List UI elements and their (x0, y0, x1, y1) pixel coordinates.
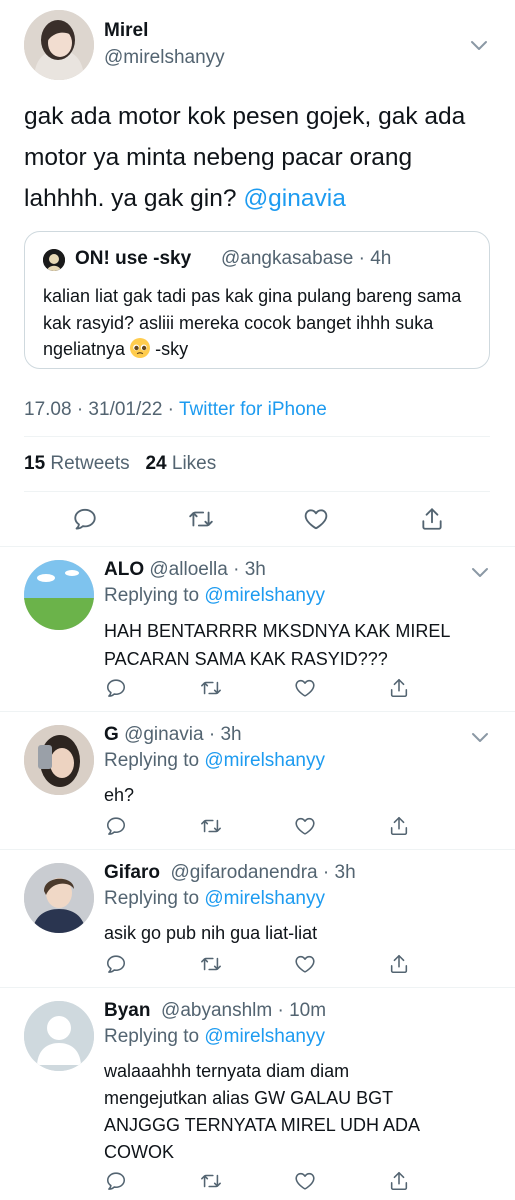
tweet-timestamp: 17.08 · 31/01/22 · Twitter for iPhone (24, 399, 327, 421)
reply-header: Byan @abyanshlm · 10m (104, 1000, 326, 1022)
tweet-header: Mirel @mirelshanyy (24, 10, 494, 80)
like-icon[interactable] (303, 506, 329, 532)
avatar[interactable] (24, 725, 94, 795)
reply-text: HAH BENTARRRR MKSDNYA KAK MIREL PACARAN … (104, 621, 450, 669)
like-icon[interactable] (294, 815, 316, 837)
share-icon[interactable] (388, 1170, 410, 1192)
share-icon[interactable] (388, 677, 410, 699)
quote-tweet[interactable]: ON! use -sky @angkasabase · 4h kalian li… (24, 231, 490, 369)
reply-meta: @alloella · 3h (149, 559, 266, 580)
quote-signature: -sky (155, 339, 189, 359)
quote-text: kalian liat gak tadi pas kak gina pulang… (43, 283, 473, 363)
like-icon[interactable] (294, 953, 316, 975)
pleading-face-emoji (130, 338, 151, 358)
replying-to-handle[interactable]: @mirelshanyy (204, 888, 325, 909)
reply-icon[interactable] (105, 1170, 127, 1192)
author-name[interactable]: Mirel (104, 20, 148, 42)
avatar[interactable] (24, 10, 94, 80)
tweet-stats: 15 Retweets 24 Likes (24, 453, 216, 475)
chevron-down-icon[interactable] (471, 732, 489, 744)
replying-to-handle[interactable]: @mirelshanyy (204, 750, 325, 771)
avatar[interactable] (24, 560, 94, 630)
replying-to: Replying to @mirelshanyy (104, 1026, 325, 1048)
replying-label: Replying to (104, 585, 200, 606)
replying-label: Replying to (104, 1026, 200, 1047)
timestamp-text: 17.08 · 31/01/22 · (24, 399, 179, 420)
reply-icon[interactable] (105, 815, 127, 837)
reply-tweet[interactable]: G @ginavia · 3h Replying to @mirelshanyy… (0, 712, 515, 850)
retweet-icon[interactable] (188, 506, 214, 532)
reply-header: G @ginavia · 3h (104, 724, 242, 746)
author-handle[interactable]: @mirelshanyy (104, 47, 225, 69)
share-icon[interactable] (419, 506, 445, 532)
retweet-icon[interactable] (200, 1170, 222, 1192)
reply-meta: @abyanshlm · 10m (161, 1000, 327, 1021)
reply-text: walaaahhh ternyata diam diam mengejutkan… (104, 1061, 420, 1162)
reply-tweet[interactable]: Byan @abyanshlm · 10m Replying to @mirel… (0, 988, 515, 1200)
like-count[interactable]: 24 (145, 453, 166, 474)
reply-icon[interactable] (105, 953, 127, 975)
chevron-down-icon[interactable] (471, 567, 489, 579)
reply-author-name[interactable]: Byan (104, 1000, 150, 1021)
like-icon[interactable] (294, 677, 316, 699)
like-label[interactable]: Likes (172, 453, 216, 474)
avatar[interactable] (24, 863, 94, 933)
retweet-icon[interactable] (200, 815, 222, 837)
mention-link[interactable]: @ginavia (243, 185, 346, 212)
divider (24, 436, 490, 437)
retweet-icon[interactable] (200, 953, 222, 975)
reply-author-name[interactable]: ALO (104, 559, 144, 580)
reply-icon[interactable] (72, 506, 98, 532)
replying-label: Replying to (104, 750, 200, 771)
default-avatar-icon[interactable] (24, 1001, 94, 1071)
divider (24, 491, 490, 492)
share-icon[interactable] (388, 815, 410, 837)
tweet-text: gak ada motor kok pesen gojek, gak ada m… (24, 96, 494, 219)
replying-to: Replying to @mirelshanyy (104, 888, 325, 910)
replying-label: Replying to (104, 888, 200, 909)
reply-meta: @ginavia · 3h (124, 724, 242, 745)
reply-author-name[interactable]: G (104, 724, 119, 745)
quote-avatar (43, 249, 65, 271)
replying-to: Replying to @mirelshanyy (104, 750, 325, 772)
replying-to: Replying to @mirelshanyy (104, 585, 325, 607)
reply-tweet[interactable]: ALO @alloella · 3h Replying to @mirelsha… (0, 547, 515, 711)
reply-text: asik go pub nih gua liat-liat (104, 923, 318, 943)
quote-body: kalian liat gak tadi pas kak gina pulang… (43, 286, 462, 359)
like-icon[interactable] (294, 1170, 316, 1192)
reply-author-name[interactable]: Gifaro (104, 862, 160, 883)
retweet-label[interactable]: Retweets (50, 453, 129, 474)
reply-meta: @gifarodanendra · 3h (170, 862, 356, 883)
reply-header: Gifaro @gifarodanendra · 3h (104, 862, 356, 884)
source-link[interactable]: Twitter for iPhone (179, 399, 327, 420)
retweet-icon[interactable] (200, 677, 222, 699)
share-icon[interactable] (388, 953, 410, 975)
replying-to-handle[interactable]: @mirelshanyy (204, 1026, 325, 1047)
retweet-count[interactable]: 15 (24, 453, 45, 474)
reply-tweet[interactable]: Gifaro @gifarodanendra · 3h Replying to … (0, 850, 515, 987)
quote-meta: @angkasabase · 4h (221, 248, 392, 269)
replying-to-handle[interactable]: @mirelshanyy (204, 585, 325, 606)
chevron-down-icon[interactable] (470, 40, 488, 52)
quote-author-name: ON! use -sky (75, 248, 192, 269)
reply-text: eh? (104, 785, 135, 805)
reply-header: ALO @alloella · 3h (104, 559, 266, 581)
reply-icon[interactable] (105, 677, 127, 699)
